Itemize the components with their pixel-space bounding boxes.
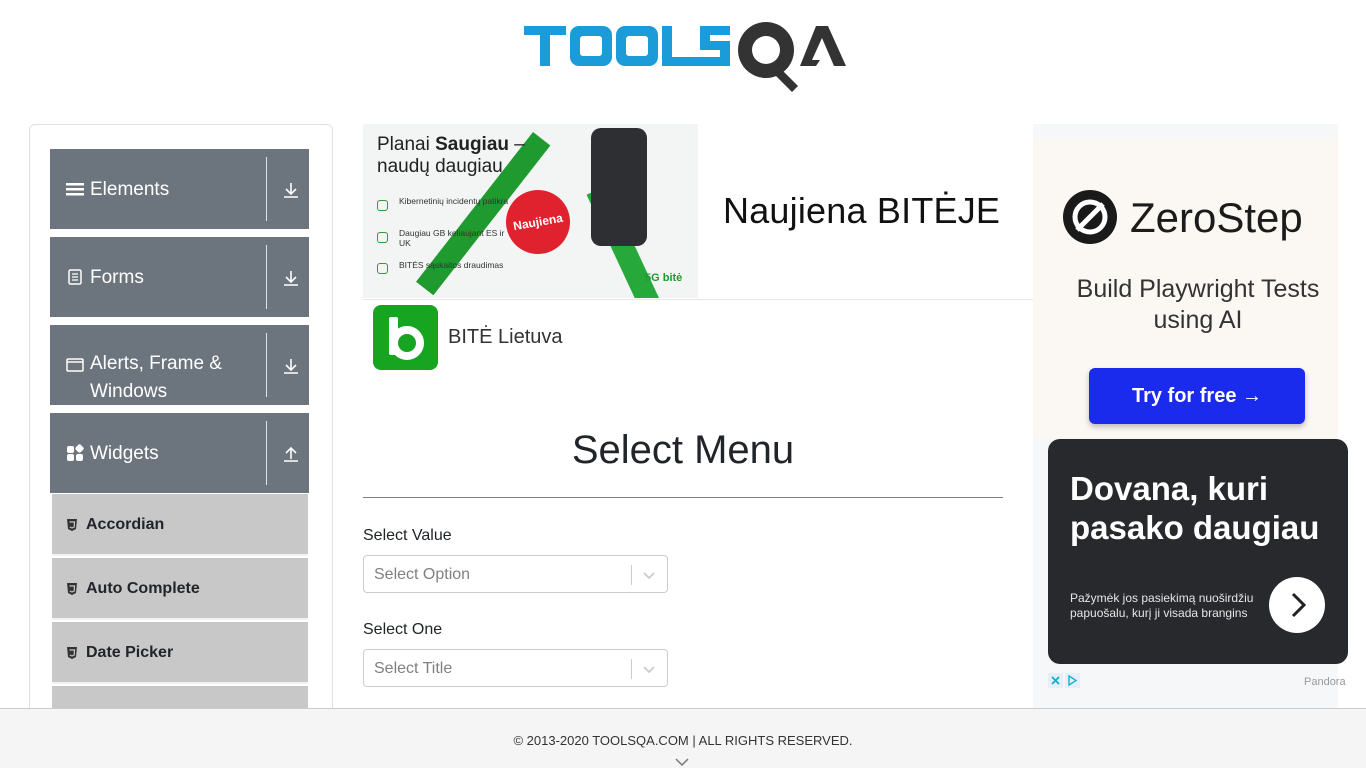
chevron-down-icon[interactable] [675, 757, 689, 767]
document-check-icon [377, 263, 388, 274]
ad-feature: Kibernetinių incidentų patikra [399, 196, 509, 206]
chevron-down-icon[interactable] [641, 661, 657, 677]
title-divider [363, 497, 1003, 498]
select-separator [631, 659, 632, 679]
select-placeholder: Select Option [374, 566, 471, 583]
select-value-dropdown[interactable]: Select Option [363, 555, 668, 593]
group-label: Elements [90, 179, 170, 200]
html5-icon [67, 583, 77, 595]
sidebar-item-date-picker[interactable]: Date Picker [52, 622, 308, 684]
select-one-dropdown[interactable]: Select Title [363, 649, 668, 687]
ad-source-label: Pandora [1304, 676, 1346, 688]
ad-headline[interactable]: Naujiena BITĖJE [723, 190, 1000, 232]
pandora-headline: Dovana, kuri pasako daugiau [1070, 470, 1320, 546]
group-label: Widgets [90, 443, 159, 464]
plane-icon [377, 232, 388, 243]
adchoices-icon[interactable] [1048, 673, 1080, 688]
page-footer: © 2013-2020 TOOLSQA.COM | ALL RIGHTS RES… [0, 708, 1366, 768]
zerostep-ad[interactable]: ZeroStep Build Playwright Tests using AI… [1033, 138, 1338, 438]
group-alerts-frame-windows[interactable]: Alerts, Frame & Windows [50, 325, 309, 405]
lock-icon [377, 200, 388, 211]
ad-title-line2: naudų daugiau [377, 156, 503, 177]
sidebar-item-label: Auto Complete [86, 580, 200, 597]
hamburger-icon [66, 183, 84, 196]
pandora-subtext: Pažymėk jos pasiekimą nuoširdžiu papuoša… [1070, 591, 1254, 620]
sidebar-item-label: Date Picker [86, 644, 174, 661]
bite-b-icon [389, 317, 424, 360]
sidebar-item-auto-complete[interactable]: Auto Complete [52, 558, 308, 620]
page-header [0, 0, 1366, 100]
footer-copyright: © 2013-2020 TOOLSQA.COM | ALL RIGHTS RES… [513, 733, 853, 748]
divider [266, 157, 267, 221]
try-for-free-button[interactable]: Try for free → [1089, 368, 1305, 424]
group-widgets[interactable]: Widgets [50, 413, 309, 493]
html5-icon [67, 647, 77, 659]
toolsqa-logo[interactable] [524, 16, 848, 92]
select-placeholder: Select Title [374, 660, 453, 677]
ad-title-bold: Saugiau [435, 134, 510, 155]
ad-badge: Naujiena [500, 184, 576, 260]
group-forms[interactable]: Forms [50, 237, 309, 317]
select-value-label: Select Value [363, 527, 452, 544]
download-arrow-icon[interactable] [282, 357, 300, 375]
ad-image[interactable]: Planai Saugiau – naudų daugiau Kiberneti… [363, 124, 698, 298]
group-label: Alerts, Frame & Windows [90, 353, 222, 402]
ad-title-part: – [509, 134, 525, 155]
download-arrow-icon[interactable] [282, 181, 300, 199]
pandora-next-button[interactable] [1269, 577, 1325, 633]
zerostep-name: ZeroStep [1130, 194, 1303, 241]
select-one-label: Select One [363, 621, 443, 638]
chevron-right-icon [1291, 592, 1307, 618]
left-sidebar: Elements Forms Alerts, Frame & Windows W… [29, 124, 333, 724]
divider [266, 421, 267, 485]
grid-icon [67, 444, 84, 461]
select-separator [631, 565, 632, 585]
page-title: Select Menu [571, 428, 795, 472]
html5-icon [67, 519, 77, 531]
sidebar-item-label: Accordian [86, 516, 165, 533]
zerostep-logo-icon [1063, 190, 1117, 244]
ad-feature: Daugiau GB keliaujant ES ir UK [399, 228, 505, 248]
pandora-ad[interactable]: Dovana, kuri pasako daugiau Pažymėk jos … [1048, 439, 1348, 664]
ad-feature: BITĖS sąskaitos draudimas [399, 260, 504, 270]
upload-arrow-icon[interactable] [282, 445, 300, 463]
chevron-down-icon[interactable] [641, 567, 657, 583]
window-icon [66, 358, 84, 372]
sidebar-item-accordian[interactable]: Accordian [52, 494, 308, 556]
download-arrow-icon[interactable] [282, 269, 300, 287]
ad-brand-name: BITĖ Lietuva [448, 326, 563, 348]
divider [266, 333, 267, 397]
zerostep-tagline: Build Playwright Tests using AI [1076, 275, 1320, 334]
phone-graphic [591, 128, 647, 246]
ad-image-title: Planai Saugiau – naudų daugiau [377, 134, 525, 178]
toolsqa-logo-graphic [524, 22, 846, 92]
bite-advertisement[interactable]: Planai Saugiau – naudų daugiau Kiberneti… [363, 124, 1033, 300]
divider [266, 245, 267, 309]
zerostep-mark [1072, 199, 1108, 235]
document-icon [68, 269, 82, 285]
group-label: Forms [90, 267, 144, 288]
ad-brand-row[interactable]: BITĖ Lietuva [363, 305, 763, 371]
ad-title-part: Planai [377, 134, 436, 155]
bite-logo [373, 305, 438, 370]
ad-5g-mark: 5G bitė [645, 272, 683, 284]
group-elements[interactable]: Elements [50, 149, 309, 229]
